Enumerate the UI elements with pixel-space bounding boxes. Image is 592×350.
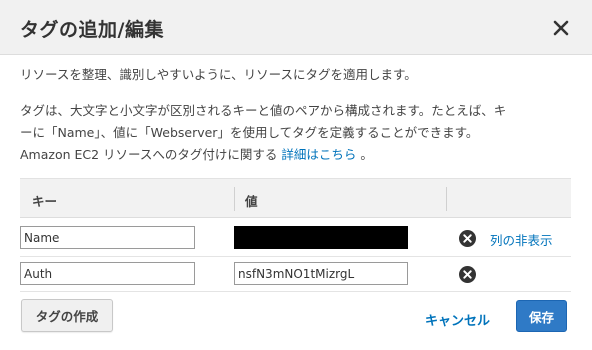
dialog-header: タグの追加/編集: [0, 0, 592, 55]
column-header-value: 値: [245, 194, 258, 209]
cancel-button[interactable]: キャンセル: [425, 310, 490, 329]
column-divider: [234, 187, 235, 211]
remove-tag-icon[interactable]: [459, 230, 476, 247]
hide-column-link[interactable]: 列の非表示: [490, 230, 553, 249]
dialog-title: タグの追加/編集: [20, 19, 164, 41]
description-line-3: ーに「Name」、値に「Webserver」を使用してタグを定義することができま…: [20, 125, 479, 140]
close-icon[interactable]: [550, 17, 572, 39]
remove-tag-icon[interactable]: [459, 266, 476, 283]
description-line-4-prefix: Amazon EC2 リソースへのタグ付けに関する: [20, 147, 278, 162]
row-divider: [20, 291, 571, 292]
tag-value-input[interactable]: [234, 226, 408, 249]
description-line-1: リソースを整理、識別しやすいように、リソースにタグを適用します。: [20, 67, 417, 82]
description-line-2: タグは、大文字と小文字が区別されるキーと値のペアから構成されます。たとえば、キ: [20, 103, 507, 118]
column-divider: [446, 187, 447, 211]
learn-more-link[interactable]: 詳細はこちら: [281, 147, 356, 162]
save-button[interactable]: 保存: [516, 300, 567, 332]
tag-key-input[interactable]: [20, 226, 195, 249]
create-tag-button[interactable]: タグの作成: [21, 299, 113, 332]
tag-key-input[interactable]: [20, 262, 195, 285]
row-divider: [20, 256, 571, 257]
tags-table-header: キー 値: [20, 178, 571, 218]
tag-value-input[interactable]: [234, 262, 408, 285]
description-line-4-suffix: 。: [360, 147, 373, 162]
description-line-4: Amazon EC2 リソースへのタグ付けに関する 詳細はこちら 。: [20, 144, 373, 163]
column-header-key: キー: [32, 194, 58, 209]
